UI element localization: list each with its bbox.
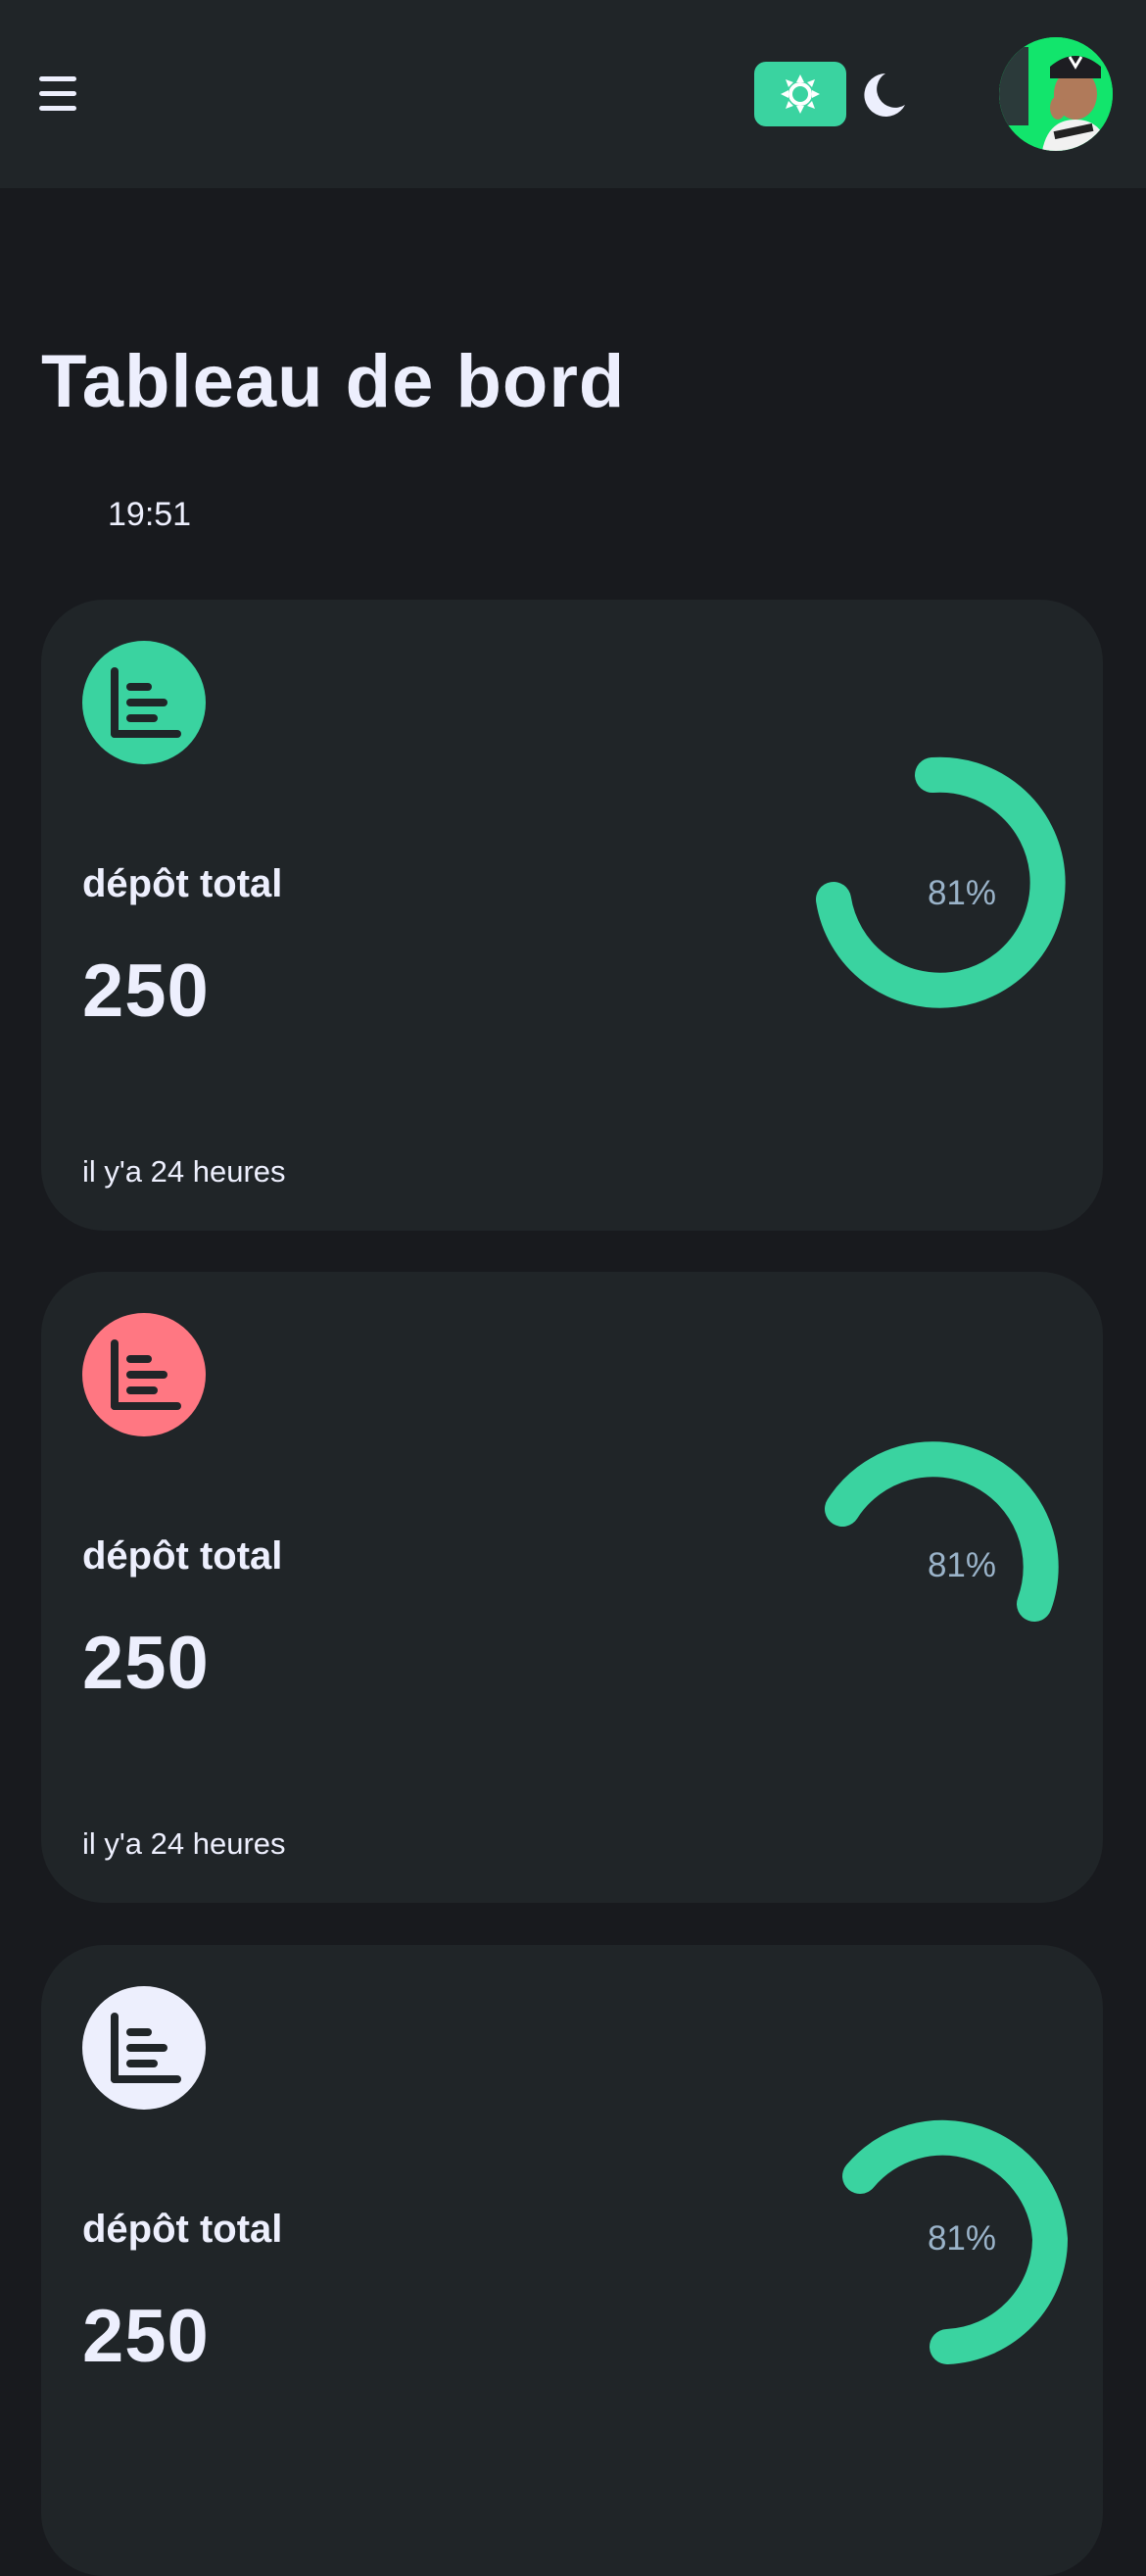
hamburger-menu-icon[interactable]	[39, 76, 76, 112]
progress-ring: 81%	[795, 2092, 1089, 2386]
stat-card: dépôt total 250 81%	[41, 1945, 1103, 2576]
page-title: Tableau de bord	[41, 340, 626, 423]
card-value: 250	[82, 2295, 210, 2378]
bar-chart-icon	[82, 1986, 206, 2110]
top-bar	[0, 0, 1146, 188]
progress-ring: 81%	[795, 747, 1089, 1041]
bar-chart-icon	[82, 1313, 206, 1436]
progress-percent: 81%	[927, 2219, 997, 2258]
stat-card: dépôt total 250 il y'a 24 heures 81%	[41, 1272, 1103, 1903]
light-mode-button[interactable]	[754, 62, 846, 126]
progress-ring: 81%	[795, 1419, 1089, 1713]
progress-percent: 81%	[927, 1546, 997, 1584]
current-time: 19:51	[108, 496, 192, 533]
card-timestamp: il y'a 24 heures	[82, 1154, 286, 1189]
dark-mode-button[interactable]	[856, 68, 911, 122]
card-value: 250	[82, 949, 210, 1033]
card-label: dépôt total	[82, 862, 283, 905]
card-timestamp: il y'a 24 heures	[82, 1826, 286, 1861]
card-label: dépôt total	[82, 1534, 283, 1578]
card-label: dépôt total	[82, 2208, 283, 2251]
theme-toggle[interactable]	[754, 62, 911, 126]
sun-icon	[781, 74, 820, 114]
profile-avatar[interactable]	[999, 37, 1113, 151]
profile-photo	[999, 37, 1113, 151]
progress-percent: 81%	[927, 874, 997, 912]
moon-icon	[864, 73, 905, 117]
stat-card: dépôt total 250 il y'a 24 heures 81%	[41, 600, 1103, 1231]
card-value: 250	[82, 1622, 210, 1705]
bar-chart-icon	[82, 641, 206, 764]
